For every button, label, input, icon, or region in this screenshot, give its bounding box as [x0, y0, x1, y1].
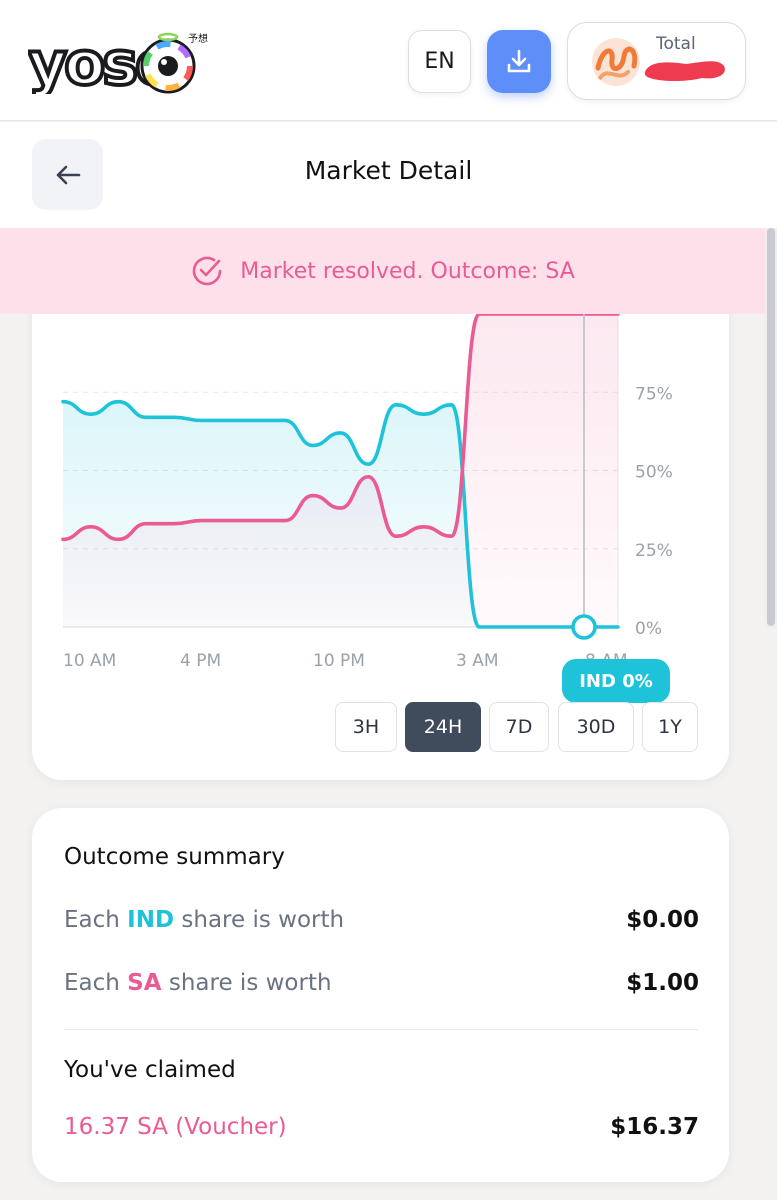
- language-label: EN: [424, 49, 455, 74]
- scrollbar-thumb[interactable]: [767, 228, 775, 626]
- avatar: [592, 38, 640, 86]
- chart-areas: [63, 314, 618, 627]
- x-tick-label: 4 PM: [180, 651, 221, 671]
- banner-text: Market resolved. Outcome: SA: [240, 258, 575, 284]
- claimed-value: $16.37: [610, 1114, 699, 1140]
- sa-share-label: Each SA share is worth: [64, 970, 332, 996]
- redacted-balance: [644, 61, 725, 81]
- row-prefix: Each: [64, 907, 128, 933]
- resolved-banner: Market resolved. Outcome: SA: [0, 228, 765, 314]
- divider: [64, 1029, 698, 1030]
- top-header: yoso 予想 EN Total: [0, 0, 777, 121]
- outcome-sa: SA: [127, 970, 162, 996]
- y-tick-label: 75%: [635, 384, 673, 404]
- range-label: 7D: [505, 716, 533, 738]
- check-circle-icon: [192, 256, 222, 286]
- download-icon: [507, 49, 531, 72]
- title-bar: Market Detail: [0, 122, 777, 228]
- row-suffix: share is worth: [161, 970, 332, 996]
- x-tick-label: 10 PM: [313, 651, 365, 671]
- row-suffix: share is worth: [174, 907, 345, 933]
- range-label: 30D: [576, 716, 616, 738]
- range-label: 3H: [352, 716, 380, 738]
- claimed-detail: 16.37 SA (Voucher): [64, 1114, 287, 1140]
- download-button[interactable]: [487, 30, 551, 93]
- range-30d-button[interactable]: 30D: [558, 702, 634, 752]
- language-button[interactable]: EN: [408, 30, 471, 93]
- ind-share-label: Each IND share is worth: [64, 907, 344, 933]
- page-title: Market Detail: [304, 156, 473, 185]
- x-tick-label: 3 AM: [456, 651, 499, 671]
- scrollbar[interactable]: [765, 228, 777, 628]
- range-7d-button[interactable]: 7D: [489, 702, 549, 752]
- x-axis: 10 AM4 PM10 PM3 AM8 AM: [63, 651, 628, 671]
- summary-title: Outcome summary: [64, 844, 285, 870]
- y-tick-label: 25%: [635, 541, 673, 561]
- outcome-summary-card: Outcome summary Each IND share is worth …: [32, 808, 729, 1182]
- y-tick-label: 50%: [635, 463, 673, 483]
- range-label: 1Y: [658, 716, 682, 738]
- yoso-logo[interactable]: yoso 予想: [26, 27, 218, 101]
- outcome-ind: IND: [127, 907, 175, 933]
- cursor-dot: [571, 614, 597, 640]
- x-tick-label: 10 AM: [63, 651, 116, 671]
- row-prefix: Each: [64, 970, 128, 996]
- range-1y-button[interactable]: 1Y: [642, 702, 698, 752]
- claimed-label: You've claimed: [64, 1057, 236, 1083]
- balance-card[interactable]: Total: [567, 22, 746, 100]
- price-chart-card: 0%25%50%75% 10 AM4 PM10 PM3 AM8 AM IND 0…: [32, 250, 729, 780]
- sa-share-value: $1.00: [626, 970, 699, 996]
- range-3h-button[interactable]: 3H: [335, 702, 397, 752]
- chart-tooltip: IND 0%: [562, 659, 670, 703]
- ind-share-value: $0.00: [626, 907, 699, 933]
- logo-subtext: 予想: [188, 32, 208, 45]
- y-axis: 0% 25% 50% 75%: [635, 384, 673, 639]
- y-tick-label: 0%: [635, 619, 662, 639]
- price-chart[interactable]: 0%25%50%75% 10 AM4 PM10 PM3 AM8 AM: [32, 314, 729, 694]
- range-label: 24H: [423, 716, 463, 738]
- range-24h-button[interactable]: 24H: [405, 702, 481, 752]
- balance-label: Total: [656, 34, 696, 54]
